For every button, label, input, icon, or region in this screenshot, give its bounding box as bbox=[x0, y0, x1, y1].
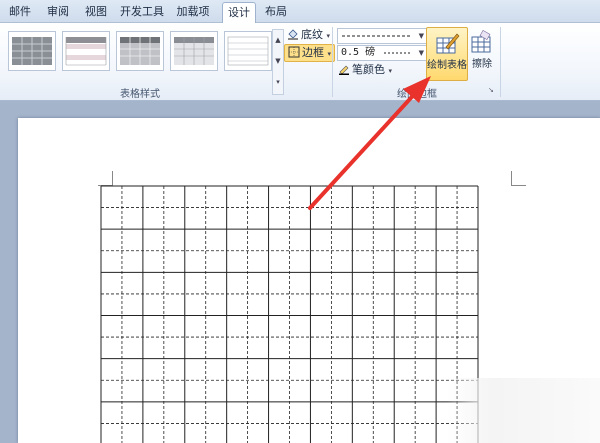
annotation-arrow bbox=[308, 76, 431, 210]
